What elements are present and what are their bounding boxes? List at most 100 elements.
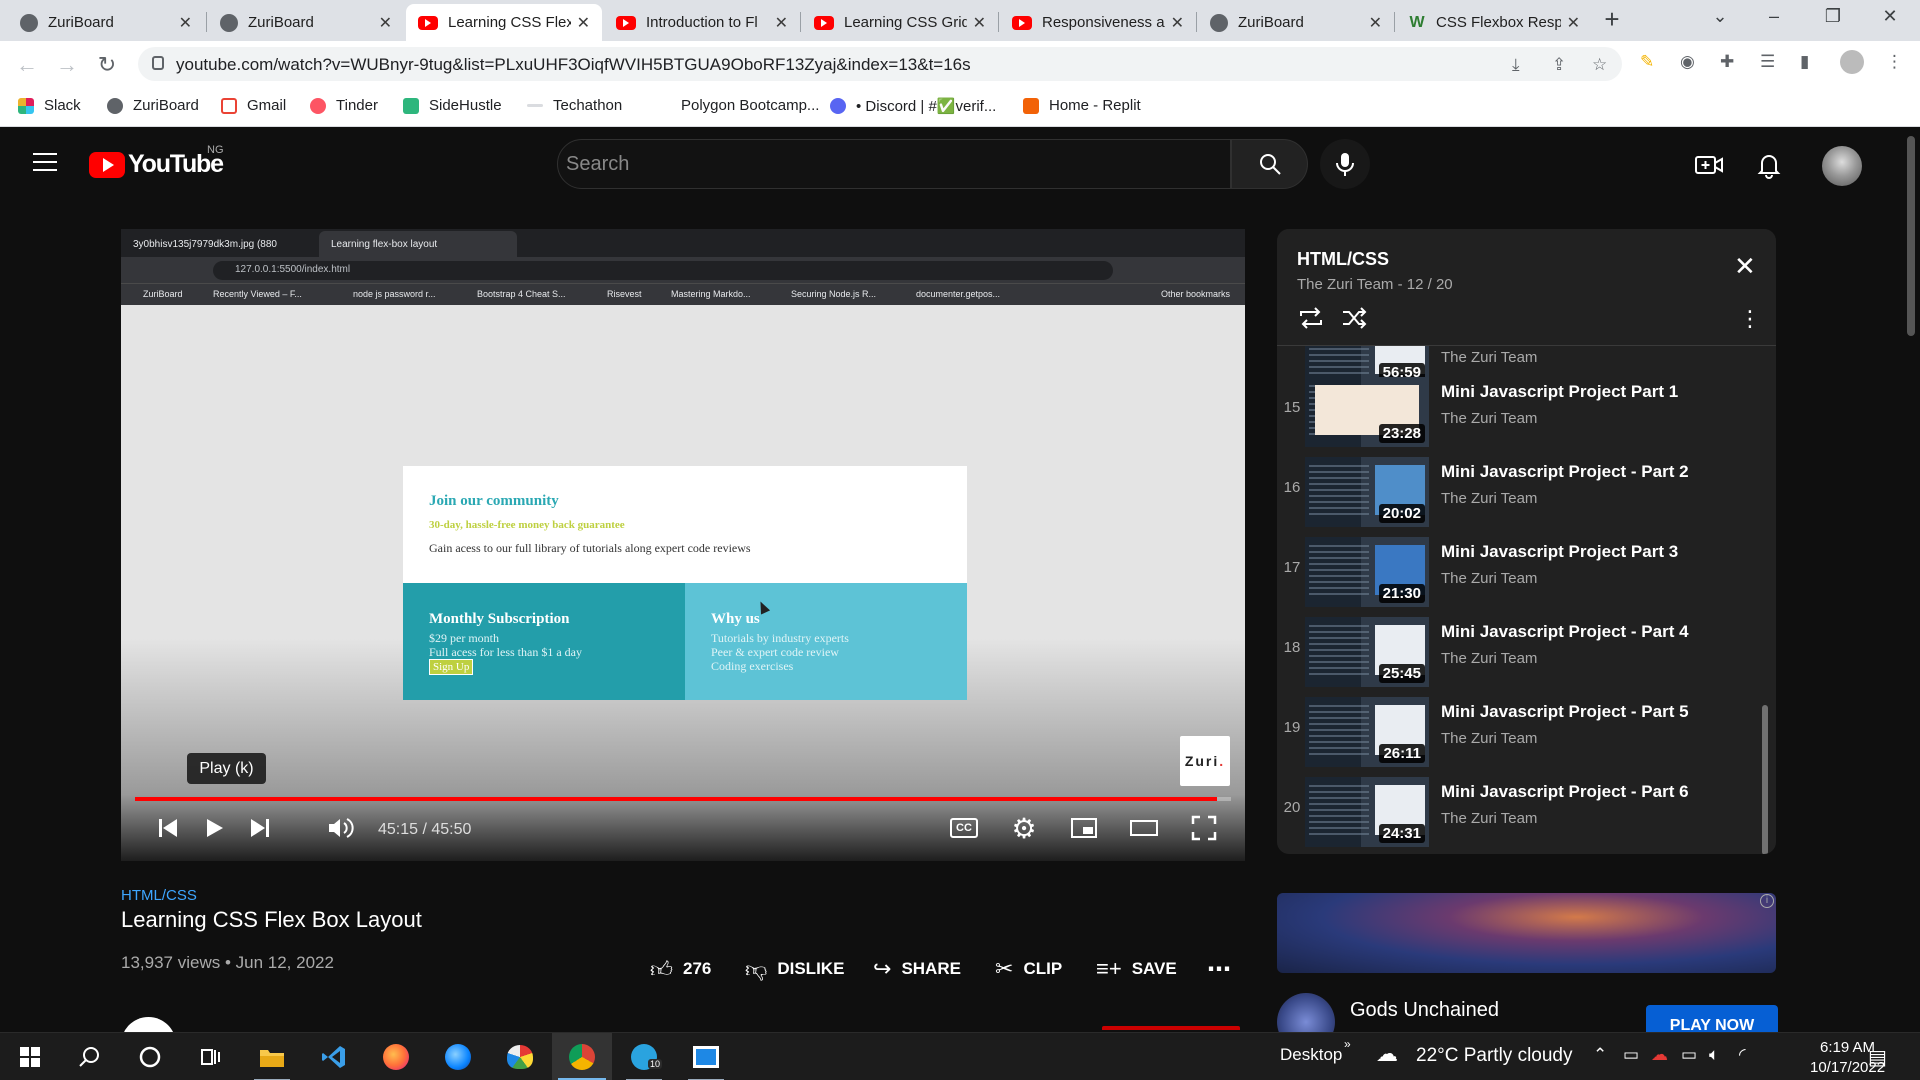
bookmark-replit[interactable]: Home - Replit <box>1023 97 1141 114</box>
start-button[interactable] <box>0 1033 60 1080</box>
loop-icon[interactable] <box>1297 306 1325 330</box>
shuffle-icon[interactable] <box>1341 306 1369 330</box>
scrollbar-thumb[interactable] <box>1907 136 1915 336</box>
search-button[interactable] <box>1231 139 1308 189</box>
next-button[interactable] <box>245 813 275 843</box>
dislike-button[interactable]: 👎︎ DISLIKE <box>745 952 844 986</box>
youtube-logo[interactable]: YouTube NG <box>89 144 224 179</box>
video-playlist-tag[interactable]: HTML/CSS <box>121 887 197 904</box>
playlist-item[interactable]: 15 23:28 Mini Javascript Project Part 1 … <box>1277 369 1776 449</box>
playlist-item[interactable]: 18 25:45 Mini Javascript Project - Part … <box>1277 609 1776 689</box>
notifications-bell-icon[interactable] <box>1754 150 1784 180</box>
chrome-menu-icon[interactable]: ⋮ <box>1886 52 1903 72</box>
browser-tab-zuriboard-2[interactable]: ZuriBoard ✕ <box>208 4 404 41</box>
share-button[interactable]: ↪ SHARE <box>873 952 961 986</box>
create-video-icon[interactable] <box>1694 150 1724 180</box>
close-icon[interactable]: ✕ <box>973 13 986 33</box>
meet-now-icon[interactable]: ▭ <box>1623 1045 1639 1065</box>
file-explorer-app[interactable] <box>242 1033 302 1080</box>
playlist-menu-icon[interactable]: ⋮ <box>1739 306 1761 332</box>
close-icon[interactable]: ✕ <box>1734 251 1756 282</box>
restore-icon[interactable]: ❐ <box>1813 6 1853 27</box>
show-hidden-icons[interactable]: ⌃ <box>1593 1045 1607 1065</box>
search-input[interactable] <box>558 140 1230 188</box>
cortana-button[interactable] <box>120 1033 180 1080</box>
miniplayer-button[interactable] <box>1066 813 1102 843</box>
bookmark-zuriboard[interactable]: ZuriBoard <box>107 97 199 114</box>
ad-title[interactable]: Gods Unchained <box>1350 999 1499 1022</box>
close-icon[interactable]: ✕ <box>775 13 788 33</box>
playlist-scrollbar[interactable] <box>1762 705 1768 854</box>
window-close-icon[interactable]: ✕ <box>1870 6 1910 27</box>
bookmark-discord[interactable]: • Discord | #✅verif... <box>830 97 996 115</box>
browser-tab-introduction[interactable]: Introduction to Fl ✕ <box>604 4 800 41</box>
playlist-item[interactable]: 16 20:02 Mini Javascript Project - Part … <box>1277 449 1776 529</box>
bookmark-slack[interactable]: Slack <box>18 97 81 114</box>
back-arrow-icon[interactable]: ← <box>14 52 40 78</box>
share-icon[interactable]: ⇪ <box>1552 55 1566 75</box>
minimize-icon[interactable]: – <box>1754 6 1794 27</box>
bookmark-star-icon[interactable]: ☆ <box>1592 55 1607 75</box>
close-icon[interactable]: ✕ <box>1171 13 1184 33</box>
close-icon[interactable]: ✕ <box>179 13 192 33</box>
speaker-icon[interactable]: 🔈︎ <box>1709 1045 1719 1065</box>
browser-tab-css-flexbox-resp[interactable]: W CSS Flexbox Resp ✕ <box>1396 4 1592 41</box>
settings-button[interactable]: ⚙ <box>1006 813 1042 844</box>
desktop-toolbar[interactable]: Desktop <box>1280 1045 1342 1065</box>
close-icon[interactable]: ✕ <box>577 13 590 33</box>
clip-button[interactable]: ✂ CLIP <box>995 952 1062 986</box>
subscribe-button[interactable] <box>1102 1026 1240 1030</box>
search-button[interactable] <box>60 1033 120 1080</box>
save-button[interactable]: ≡+ SAVE <box>1096 952 1177 986</box>
vscode-app[interactable] <box>304 1033 364 1080</box>
extension-icon[interactable]: ◉ <box>1680 52 1695 72</box>
progress-bar[interactable] <box>135 797 1231 801</box>
ad-banner-image[interactable] <box>1277 893 1776 973</box>
volume-button[interactable] <box>324 813 358 843</box>
previous-button[interactable] <box>153 813 183 843</box>
profile-avatar[interactable] <box>1840 50 1864 74</box>
browser-tab-learning-css-flex[interactable]: Learning CSS Flex ✕ <box>406 4 602 41</box>
more-actions-button[interactable]: ⋯ <box>1207 952 1231 986</box>
chrome-app[interactable] <box>552 1033 612 1080</box>
bookmark-techathon[interactable]: Techathon <box>527 97 622 114</box>
firefox-app[interactable] <box>366 1033 426 1080</box>
forward-arrow-icon[interactable]: → <box>54 52 80 78</box>
close-icon[interactable]: ✕ <box>1567 13 1580 33</box>
subtitles-button[interactable]: CC <box>946 813 982 843</box>
install-icon[interactable]: ⤓ <box>1512 55 1520 75</box>
close-icon[interactable]: ✕ <box>1369 13 1382 33</box>
toolbar-expand-icon[interactable]: » <box>1344 1037 1351 1051</box>
puzzle-icon[interactable]: ✚ <box>1720 52 1734 72</box>
notifications-icon[interactable]: ▤ <box>1868 1045 1887 1070</box>
playlist-title[interactable]: HTML/CSS <box>1297 249 1389 270</box>
browser-tab-zuriboard-1[interactable]: ZuriBoard ✕ <box>8 4 204 41</box>
paint-app[interactable] <box>490 1033 550 1080</box>
task-view-button[interactable] <box>180 1033 240 1080</box>
theater-mode-button[interactable] <box>1126 813 1162 843</box>
bookmark-polygon[interactable]: Polygon Bootcamp... <box>655 97 819 114</box>
reload-icon[interactable]: ↻ <box>94 52 120 78</box>
weather-cloud-icon[interactable]: ☁ <box>1376 1041 1398 1067</box>
hamburger-menu-icon[interactable] <box>33 153 57 171</box>
playlist-item[interactable]: 20 24:31 Mini Javascript Project - Part … <box>1277 769 1776 849</box>
bookmark-sidehustle[interactable]: SideHustle <box>403 97 502 114</box>
close-icon[interactable]: ✕ <box>379 13 392 33</box>
weather-widget[interactable]: 22°C Partly cloudy <box>1416 1045 1573 1067</box>
voice-search-button[interactable] <box>1320 139 1370 189</box>
browser-tab-learning-css-grid[interactable]: Learning CSS Grid ✕ <box>802 4 998 41</box>
wifi-icon[interactable]: ◜ <box>1739 1045 1746 1065</box>
new-tab-button[interactable]: + <box>1598 6 1626 34</box>
tab-search-icon[interactable]: ⌄ <box>1700 6 1740 27</box>
bookmark-tinder[interactable]: Tinder <box>310 97 378 114</box>
notes-app[interactable] <box>676 1033 736 1080</box>
firefox-dev-app[interactable] <box>428 1033 488 1080</box>
bookmark-gmail[interactable]: Gmail <box>221 97 286 114</box>
video-player[interactable]: 3y0bhisv135j7979dk3m.jpg (880 Learning f… <box>121 229 1245 861</box>
playlist-item[interactable]: 17 21:30 Mini Javascript Project Part 3 … <box>1277 529 1776 609</box>
play-button[interactable] <box>199 813 229 843</box>
page-scrollbar[interactable] <box>1902 128 1920 1032</box>
zuri-watermark[interactable]: Zuri. <box>1180 736 1230 786</box>
telegram-app[interactable]: 10 <box>614 1033 674 1080</box>
user-avatar[interactable] <box>1822 146 1862 186</box>
